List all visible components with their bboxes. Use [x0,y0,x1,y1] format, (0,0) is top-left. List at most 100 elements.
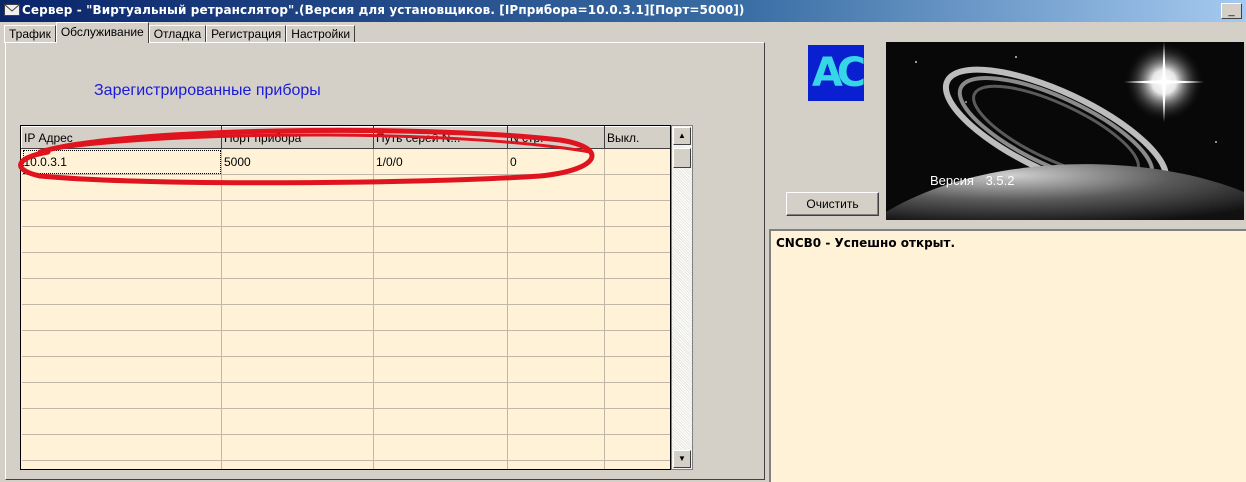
grid-cell[interactable] [373,252,508,279]
tab-settings[interactable]: Настройки [286,25,356,43]
grid-cell[interactable] [373,356,508,383]
scroll-up-icon[interactable]: ▲ [673,127,691,145]
table-row[interactable] [21,278,670,305]
table-row[interactable] [21,408,670,435]
table-row[interactable] [21,174,670,201]
grid-cell[interactable] [604,278,670,305]
grid-scrollbar[interactable]: ▲ ▼ [671,125,693,470]
grid-cell[interactable] [21,434,222,461]
grid-cell[interactable] [604,304,670,331]
grid-cell[interactable] [507,304,605,331]
tab-maintenance[interactable]: Обслуживание [55,22,149,43]
table-row[interactable] [21,434,670,461]
grid-cell[interactable] [221,278,374,305]
grid-header-row: IP Адрес Порт прибора Путь серей N... N … [21,126,670,149]
envelope-icon[interactable] [4,3,20,17]
grid-cell[interactable] [221,460,374,469]
grid-cell[interactable] [221,226,374,253]
grid-cell[interactable] [507,252,605,279]
grid-cell[interactable] [21,356,222,383]
grid-cell[interactable] [221,252,374,279]
cell-page[interactable]: 0 [507,148,605,175]
grid-cell[interactable] [604,356,670,383]
grid-cell[interactable] [507,200,605,227]
grid-cell[interactable] [221,434,374,461]
grid-cell[interactable] [221,200,374,227]
grid-cell[interactable] [604,226,670,253]
scroll-thumb[interactable] [673,148,691,168]
grid-cell[interactable] [221,330,374,357]
grid-cell[interactable] [373,382,508,409]
grid-cell[interactable] [221,408,374,435]
panel-heading: Зарегистрированные приборы [94,82,321,99]
grid-cell[interactable] [507,460,605,469]
grid-cell[interactable] [221,382,374,409]
grid-cell[interactable] [221,304,374,331]
grid-cell[interactable] [507,226,605,253]
table-row[interactable] [21,382,670,409]
grid-cell[interactable] [373,330,508,357]
version-info: Версия 3.5.2 [930,173,1014,188]
table-row[interactable] [21,226,670,253]
cell-port[interactable]: 5000 [221,148,374,175]
grid-cell[interactable] [604,434,670,461]
grid-cell[interactable] [373,174,508,201]
grid-cell[interactable] [507,278,605,305]
grid-cell[interactable] [507,382,605,409]
grid-cell[interactable] [21,174,222,201]
table-row[interactable] [21,356,670,383]
grid-cell[interactable] [604,200,670,227]
grid-cell[interactable] [221,356,374,383]
grid-cell[interactable] [21,252,222,279]
tab-traffic[interactable]: Трафик [4,25,56,43]
minimize-button[interactable]: _ [1221,3,1242,19]
cell-off[interactable] [604,148,670,175]
grid-cell[interactable] [21,278,222,305]
grid-cell[interactable] [373,200,508,227]
column-header-port[interactable]: Порт прибора [221,126,374,149]
grid-cell[interactable] [21,460,222,469]
grid-cell[interactable] [21,330,222,357]
table-row[interactable] [21,330,670,357]
table-row[interactable] [21,252,670,279]
grid-cell[interactable] [373,408,508,435]
grid-cell[interactable] [604,174,670,201]
grid-cell[interactable] [373,434,508,461]
cell-ip[interactable]: 10.0.3.1 [21,148,222,175]
grid-cell[interactable] [604,460,670,469]
column-header-off[interactable]: Выкл. [604,126,670,149]
cell-path[interactable]: 1/0/0 [373,148,508,175]
devices-grid[interactable]: IP Адрес Порт прибора Путь серей N... N … [20,125,671,470]
grid-cell[interactable] [373,226,508,253]
grid-cell[interactable] [221,174,374,201]
table-row[interactable] [21,460,670,469]
grid-cell[interactable] [507,356,605,383]
column-header-page[interactable]: N стр. [507,126,605,149]
grid-cell[interactable] [373,304,508,331]
column-header-ip[interactable]: IP Адрес [21,126,222,149]
tab-registration[interactable]: Регистрация [206,25,287,43]
grid-cell[interactable] [507,174,605,201]
grid-cell[interactable] [507,434,605,461]
grid-cell[interactable] [507,408,605,435]
grid-cell[interactable] [21,226,222,253]
grid-cell[interactable] [604,408,670,435]
table-row[interactable]: 10.0.3.1 5000 1/0/0 0 [21,148,670,175]
column-header-path[interactable]: Путь серей N... [373,126,508,149]
grid-cell[interactable] [507,330,605,357]
tab-debug[interactable]: Отладка [148,25,207,43]
grid-cell[interactable] [21,304,222,331]
grid-cell[interactable] [604,382,670,409]
log-area[interactable]: CNCB0 - Успешно открыт. [769,229,1246,482]
grid-cell[interactable] [21,382,222,409]
scroll-down-icon[interactable]: ▼ [673,450,691,468]
grid-cell[interactable] [604,252,670,279]
table-row[interactable] [21,200,670,227]
table-row[interactable] [21,304,670,331]
grid-cell[interactable] [21,408,222,435]
grid-cell[interactable] [604,330,670,357]
grid-cell[interactable] [373,278,508,305]
grid-cell[interactable] [373,460,508,469]
grid-cell[interactable] [21,200,222,227]
clear-button[interactable]: Очистить [786,192,879,216]
